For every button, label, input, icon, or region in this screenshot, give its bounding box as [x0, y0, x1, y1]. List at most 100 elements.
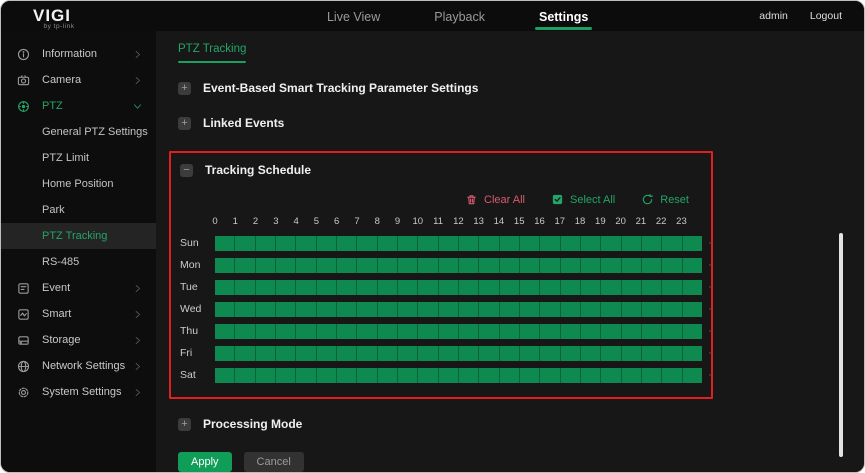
- hour-cell[interactable]: [499, 257, 520, 273]
- hour-cell[interactable]: [499, 345, 520, 361]
- hour-cell[interactable]: [519, 235, 541, 251]
- collapse-icon[interactable]: −: [180, 163, 193, 177]
- hour-cell[interactable]: [560, 323, 581, 339]
- hour-cell[interactable]: [397, 301, 419, 317]
- copy-icon[interactable]: [709, 281, 711, 293]
- sidebar-subitem-general-ptz-settings[interactable]: General PTZ Settings: [1, 119, 156, 145]
- hour-cell[interactable]: [275, 279, 297, 295]
- hour-cell[interactable]: [377, 235, 398, 251]
- hour-cell[interactable]: [560, 345, 581, 361]
- hour-cell[interactable]: [479, 367, 500, 383]
- sidebar-item-network-settings[interactable]: Network Settings: [1, 353, 156, 379]
- hour-cell[interactable]: [215, 235, 236, 251]
- hour-cell[interactable]: [479, 257, 500, 273]
- hour-cell[interactable]: [418, 279, 439, 295]
- sidebar-item-storage[interactable]: Storage: [1, 327, 156, 353]
- hour-cell[interactable]: [336, 323, 358, 339]
- hour-cell[interactable]: [336, 279, 358, 295]
- hour-cell[interactable]: [560, 279, 581, 295]
- hour-cell[interactable]: [499, 323, 520, 339]
- hour-cell[interactable]: [215, 301, 236, 317]
- hour-cell[interactable]: [336, 257, 358, 273]
- hour-cell[interactable]: [519, 323, 541, 339]
- hour-cell[interactable]: [641, 235, 663, 251]
- hour-cell[interactable]: [641, 279, 663, 295]
- hour-cell[interactable]: [316, 345, 337, 361]
- hour-cell[interactable]: [458, 301, 480, 317]
- apply-button[interactable]: Apply: [178, 452, 232, 472]
- hour-cell[interactable]: [499, 279, 520, 295]
- sidebar-item-information[interactable]: Information: [1, 41, 156, 67]
- hour-cell[interactable]: [540, 345, 561, 361]
- hour-cell[interactable]: [215, 257, 236, 273]
- hour-cell[interactable]: [357, 323, 378, 339]
- hour-cell[interactable]: [621, 279, 642, 295]
- hour-cell[interactable]: [418, 301, 439, 317]
- hour-cell[interactable]: [336, 345, 358, 361]
- clear-all-button[interactable]: Clear All: [465, 193, 525, 206]
- hour-cell[interactable]: [458, 367, 480, 383]
- hour-cell[interactable]: [377, 301, 398, 317]
- hour-cell[interactable]: [397, 235, 419, 251]
- hour-cell[interactable]: [316, 257, 337, 273]
- hour-cell[interactable]: [438, 235, 459, 251]
- sidebar-subitem-ptz-limit[interactable]: PTZ Limit: [1, 145, 156, 171]
- cancel-button[interactable]: Cancel: [243, 452, 304, 472]
- hour-cell[interactable]: [621, 323, 642, 339]
- hour-cell[interactable]: [377, 367, 398, 383]
- select-all-button[interactable]: Select All: [551, 193, 615, 206]
- hour-cell[interactable]: [255, 323, 276, 339]
- hour-cell[interactable]: [580, 323, 602, 339]
- hour-cell[interactable]: [682, 301, 702, 317]
- hour-cell[interactable]: [519, 367, 541, 383]
- hour-cell[interactable]: [275, 345, 297, 361]
- hour-cell[interactable]: [397, 323, 419, 339]
- hour-cell[interactable]: [662, 345, 683, 361]
- sidebar-subitem-rs-485[interactable]: RS-485: [1, 249, 156, 275]
- expand-icon[interactable]: +: [178, 81, 191, 95]
- hour-cell[interactable]: [418, 257, 439, 273]
- hour-cell[interactable]: [275, 235, 297, 251]
- hour-cell[interactable]: [641, 301, 663, 317]
- hour-cell[interactable]: [255, 235, 276, 251]
- hour-cell[interactable]: [662, 301, 683, 317]
- hour-cell[interactable]: [662, 323, 683, 339]
- user-name[interactable]: admin: [759, 10, 788, 22]
- hour-cell[interactable]: [316, 235, 337, 251]
- hour-cell[interactable]: [438, 279, 459, 295]
- hour-cell[interactable]: [560, 235, 581, 251]
- hour-cell[interactable]: [641, 257, 663, 273]
- hour-cell[interactable]: [560, 301, 581, 317]
- hour-cell[interactable]: [255, 279, 276, 295]
- hour-cell[interactable]: [580, 235, 602, 251]
- scrollbar-thumb[interactable]: [839, 233, 843, 457]
- hour-cell[interactable]: [438, 257, 459, 273]
- hour-cell[interactable]: [357, 301, 378, 317]
- logout-button[interactable]: Logout: [810, 10, 842, 22]
- hour-cell[interactable]: [296, 279, 317, 295]
- hour-cell[interactable]: [357, 345, 378, 361]
- hour-cell[interactable]: [682, 323, 702, 339]
- hour-cell[interactable]: [215, 345, 236, 361]
- hour-cell[interactable]: [641, 367, 663, 383]
- hour-cell[interactable]: [296, 301, 317, 317]
- hour-cell[interactable]: [377, 279, 398, 295]
- hour-cell[interactable]: [418, 235, 439, 251]
- hour-cell[interactable]: [540, 279, 561, 295]
- hour-cell[interactable]: [682, 345, 702, 361]
- hour-cell[interactable]: [255, 367, 276, 383]
- hour-cell[interactable]: [479, 323, 500, 339]
- hour-cell[interactable]: [235, 301, 256, 317]
- hour-cell[interactable]: [458, 345, 480, 361]
- hour-cell[interactable]: [438, 367, 459, 383]
- reset-button[interactable]: Reset: [641, 193, 689, 206]
- hour-cell[interactable]: [519, 345, 541, 361]
- hour-cell[interactable]: [336, 235, 358, 251]
- hour-cell[interactable]: [601, 235, 622, 251]
- hour-cell[interactable]: [601, 323, 622, 339]
- hour-cell[interactable]: [458, 279, 480, 295]
- hour-cell[interactable]: [560, 257, 581, 273]
- hour-cell[interactable]: [662, 367, 683, 383]
- hour-cell[interactable]: [438, 301, 459, 317]
- hour-cell[interactable]: [499, 235, 520, 251]
